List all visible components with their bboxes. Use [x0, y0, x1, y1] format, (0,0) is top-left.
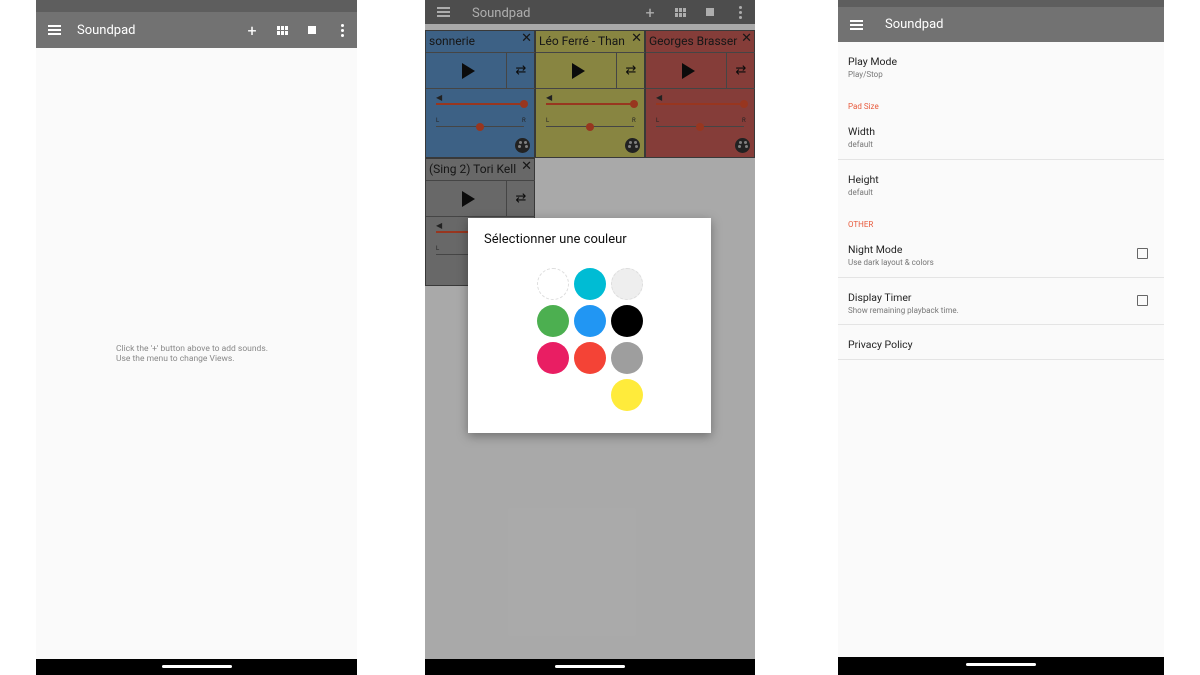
setting-height[interactable]: Height default [848, 173, 879, 197]
setting-title: Privacy Policy [848, 338, 913, 351]
setting-title: Width [848, 125, 876, 138]
setting-display-timer[interactable]: Display Timer Show remaining playback ti… [848, 291, 959, 315]
setting-value: default [848, 188, 873, 197]
app-title: Soundpad [77, 22, 136, 38]
nav-bar [36, 659, 357, 675]
setting-value: Play/Stop [848, 70, 883, 79]
setting-summary: Show remaining playback time. [848, 306, 959, 315]
setting-width[interactable]: Width default [848, 125, 875, 149]
status-bar [36, 0, 357, 12]
app-bar: Soundpad + [36, 12, 357, 48]
plus-icon: + [247, 20, 257, 40]
app-title: Soundpad [885, 17, 944, 32]
color-swatch[interactable] [611, 342, 643, 374]
home-gesture-pill[interactable] [161, 665, 232, 668]
grid-view-button[interactable] [267, 15, 297, 45]
color-swatch[interactable] [611, 379, 643, 411]
color-swatch[interactable] [574, 268, 606, 300]
color-swatch[interactable] [611, 305, 643, 337]
night-mode-checkbox[interactable] [1137, 248, 1148, 259]
setting-title: Play Mode [848, 55, 898, 68]
menu-icon[interactable] [850, 19, 863, 30]
divider [838, 277, 1164, 278]
stop-all-button[interactable] [297, 15, 327, 45]
nav-bar [425, 659, 755, 675]
setting-summary: Use dark layout & colors [848, 258, 934, 267]
category-other: OTHER [848, 220, 874, 229]
menu-icon[interactable] [48, 25, 61, 35]
display-timer-checkbox[interactable] [1137, 295, 1148, 306]
setting-night-mode[interactable]: Night Mode Use dark layout & colors [848, 243, 934, 267]
divider [838, 359, 1164, 360]
empty-state-hint: Click the '+' button above to add sounds… [116, 344, 268, 364]
nav-bar [838, 657, 1164, 675]
setting-play-mode[interactable]: Play Mode Play/Stop [848, 55, 897, 79]
setting-title: Height [848, 173, 879, 186]
empty-hint-line1: Click the '+' button above to add sounds… [116, 344, 268, 354]
add-sound-button[interactable]: + [237, 15, 267, 45]
grid-icon [276, 25, 288, 35]
setting-title: Night Mode [848, 243, 903, 256]
phone-screen-settings: Soundpad Play Mode Play/Stop Pad Size Wi… [838, 0, 1164, 675]
setting-value: default [848, 140, 873, 149]
phone-screen-empty: Soundpad + Click the '+' button above to… [36, 0, 357, 675]
dialog-title: Sélectionner une couleur [484, 232, 627, 247]
stop-icon [308, 26, 316, 34]
divider [838, 159, 1164, 160]
app-bar: Soundpad [838, 7, 1164, 42]
divider [838, 324, 1164, 325]
color-swatch[interactable] [611, 268, 643, 300]
color-swatch[interactable] [537, 342, 569, 374]
empty-hint-line2: Use the menu to change Views. [116, 354, 235, 364]
color-picker-dialog: Sélectionner une couleur [468, 218, 711, 433]
color-swatch[interactable] [574, 342, 606, 374]
overflow-menu-button[interactable] [327, 15, 357, 45]
color-swatch[interactable] [537, 268, 569, 300]
setting-privacy-policy[interactable]: Privacy Policy [848, 338, 913, 351]
status-bar [838, 0, 1164, 7]
color-swatch[interactable] [574, 305, 606, 337]
category-pad-size: Pad Size [848, 102, 879, 111]
home-gesture-pill[interactable] [966, 663, 1036, 666]
phone-screen-pads: Soundpad + sonnerie ✕ ⇄ ◀ L R Léo Ferré - Than… [425, 0, 755, 675]
setting-title: Display Timer [848, 291, 912, 304]
more-vert-icon [340, 23, 344, 37]
home-gesture-pill[interactable] [555, 665, 625, 668]
color-swatch[interactable] [537, 305, 569, 337]
